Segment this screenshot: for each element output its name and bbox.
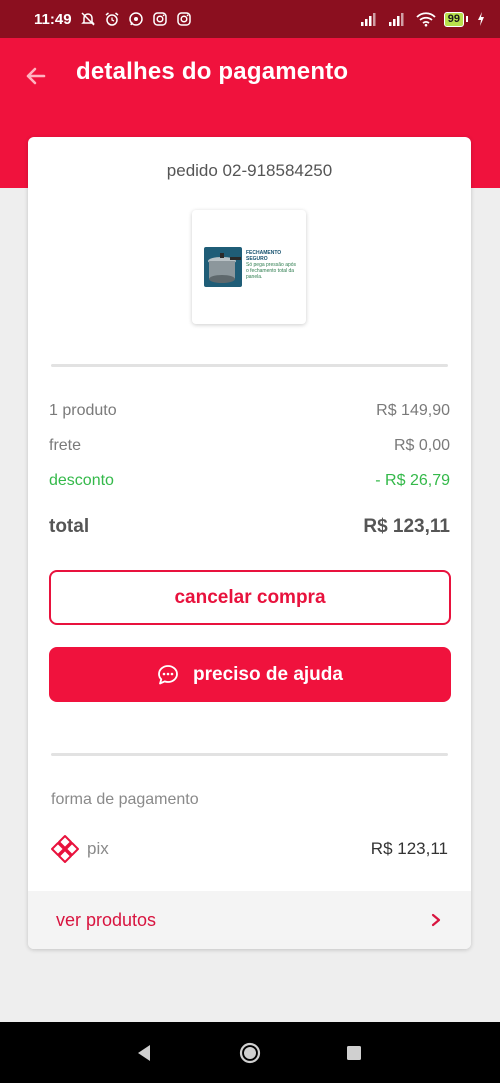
signal-icon <box>388 13 404 26</box>
pressure-cooker-image <box>204 247 242 287</box>
chevron-right-icon <box>431 913 441 927</box>
nav-recents-icon[interactable] <box>342 1041 366 1065</box>
payment-details-card: pedido 02-918584250 FECHAMENTO SEGURO Só… <box>28 137 471 949</box>
view-products-link[interactable]: ver produtos <box>28 891 471 949</box>
divider <box>51 364 448 367</box>
bell-off-icon <box>80 12 95 26</box>
shipping-value: R$ 0,00 <box>393 437 450 454</box>
products-value: R$ 149,90 <box>376 402 450 419</box>
charging-icon <box>478 12 484 26</box>
summary-row-discount: desconto - R$ 26,79 <box>49 472 450 490</box>
instagram-icon <box>176 12 191 26</box>
order-number: pedido 02-918584250 <box>166 161 333 180</box>
cancel-purchase-button[interactable]: cancelar compra <box>49 570 451 625</box>
status-right: 99 <box>360 11 486 27</box>
page-title: detalhes do pagamento <box>76 58 349 85</box>
signal-icon <box>360 13 376 26</box>
system-nav-bar <box>0 1022 500 1083</box>
nav-back-icon[interactable] <box>132 1041 156 1065</box>
view-products-label: ver produtos <box>56 909 157 930</box>
payment-section-label: forma de pagamento <box>51 791 199 808</box>
summary-row-shipping: frete R$ 0,00 <box>49 437 450 455</box>
status-bar: 11:49 99 <box>0 0 500 38</box>
thumb-caption-body: Só pega pressão após o fechamento total … <box>246 262 297 280</box>
pix-icon <box>51 835 79 863</box>
shipping-label: frete <box>49 437 82 454</box>
total-label: total <box>49 516 90 537</box>
products-label: 1 produto <box>49 402 117 419</box>
product-thumb-caption: FECHAMENTO SEGURO Só pega pressão após o… <box>246 250 300 280</box>
back-arrow-icon[interactable] <box>20 60 52 92</box>
total-value: R$ 123,11 <box>363 516 450 537</box>
payment-method-row: pix R$ 123,11 <box>50 834 448 864</box>
battery-indicator: 99 <box>443 11 468 27</box>
discount-label: desconto <box>49 472 114 489</box>
discount-value: - R$ 26,79 <box>375 472 450 489</box>
nav-home-icon[interactable] <box>238 1041 262 1065</box>
payment-amount: R$ 123,11 <box>370 839 448 858</box>
alarm-icon <box>105 12 119 26</box>
battery-level: 99 <box>443 11 464 27</box>
status-left: 11:49 <box>34 11 192 28</box>
help-label: preciso de ajuda <box>193 663 343 685</box>
payment-method-name: pix <box>87 839 109 858</box>
chat-bubble-icon <box>158 664 178 684</box>
product-thumbnail[interactable]: FECHAMENTO SEGURO Só pega pressão após o… <box>192 210 306 324</box>
help-button[interactable]: preciso de ajuda <box>49 647 451 702</box>
battery-tip <box>466 16 468 22</box>
instagram-icon <box>152 12 167 26</box>
divider <box>51 753 448 756</box>
thumb-caption-title: FECHAMENTO SEGURO <box>246 250 282 262</box>
wifi-icon <box>416 12 436 27</box>
whatsapp-icon <box>128 12 143 26</box>
summary-row-products: 1 produto R$ 149,90 <box>49 402 450 420</box>
status-time: 11:49 <box>34 10 72 28</box>
summary-row-total: total R$ 123,11 <box>49 516 450 538</box>
cancel-purchase-label: cancelar compra <box>174 586 326 608</box>
